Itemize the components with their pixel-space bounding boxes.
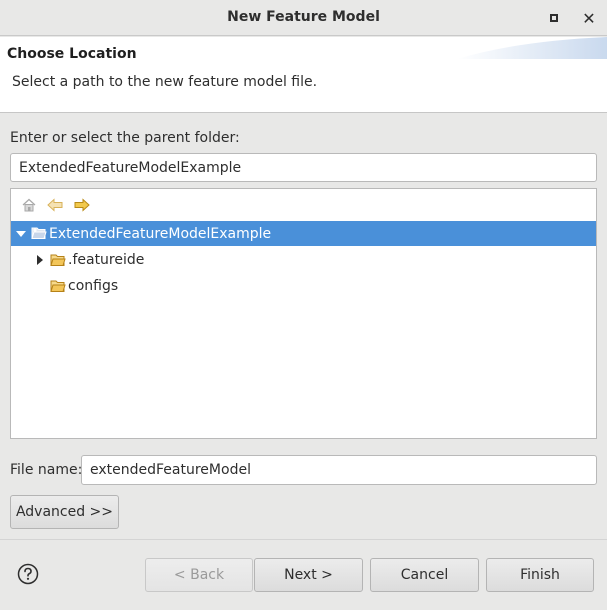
- folder-icon: [50, 280, 66, 292]
- maximize-icon: [550, 14, 558, 22]
- back-arrow-icon: [47, 198, 63, 212]
- home-button[interactable]: [20, 196, 38, 214]
- finish-button[interactable]: Finish: [486, 558, 594, 592]
- next-button[interactable]: Next >: [254, 558, 363, 592]
- tree-item-label: configs: [68, 277, 119, 294]
- file-name-label: File name:: [10, 462, 83, 478]
- maximize-button[interactable]: [544, 8, 564, 28]
- parent-folder-label: Enter or select the parent folder:: [10, 130, 240, 146]
- tree-item-featureide[interactable]: .featureide: [11, 247, 596, 272]
- banner-graphic: [457, 37, 607, 59]
- cancel-button[interactable]: Cancel: [370, 558, 479, 592]
- forward-arrow-icon: [74, 198, 90, 212]
- tree-toolbar: [11, 189, 596, 220]
- folder-tree[interactable]: ExtendedFeatureModelExample .featureide …: [10, 188, 597, 439]
- tree-item-label: .featureide: [68, 251, 145, 268]
- page-description: Select a path to the new feature model f…: [12, 74, 318, 90]
- folder-icon: [50, 254, 66, 266]
- close-icon: ✕: [582, 8, 596, 28]
- page-heading: Choose Location: [7, 46, 137, 62]
- expand-arrow-icon[interactable]: [34, 254, 46, 266]
- close-button[interactable]: ✕: [579, 8, 599, 28]
- window-title: New Feature Model: [227, 9, 380, 25]
- tree-item-label: ExtendedFeatureModelExample: [49, 225, 272, 242]
- project-folder-icon: [31, 227, 47, 239]
- back-nav-button[interactable]: [46, 196, 64, 214]
- file-name-input[interactable]: extendedFeatureModel: [81, 455, 597, 485]
- parent-folder-input[interactable]: ExtendedFeatureModelExample: [10, 153, 597, 182]
- home-icon: [22, 198, 36, 212]
- forward-nav-button[interactable]: [73, 196, 91, 214]
- advanced-button[interactable]: Advanced >>: [10, 495, 119, 529]
- tree-item-extendedfeaturemodelexample[interactable]: ExtendedFeatureModelExample: [11, 221, 596, 246]
- back-button[interactable]: < Back: [145, 558, 253, 592]
- help-icon[interactable]: [17, 563, 39, 585]
- title-bar: New Feature Model ✕: [0, 0, 607, 36]
- tree-item-configs[interactable]: configs: [11, 273, 596, 298]
- collapse-arrow-icon[interactable]: [15, 228, 27, 240]
- wizard-banner: Choose Location Select a path to the new…: [0, 37, 607, 113]
- button-bar-separator: [0, 539, 607, 540]
